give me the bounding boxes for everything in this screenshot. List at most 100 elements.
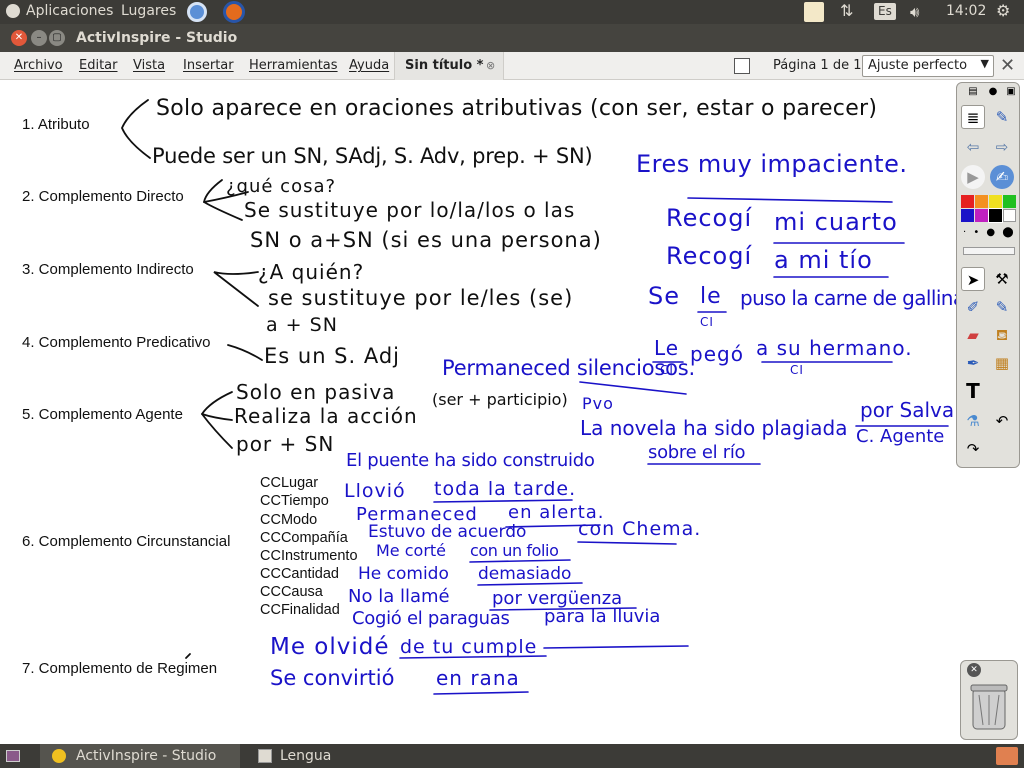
example-directo-2-cd[interactable]: a mi tío — [774, 248, 873, 272]
network-icon[interactable]: ⇅ — [840, 1, 853, 20]
page-sorter-icon[interactable] — [734, 58, 750, 74]
pen-icon[interactable]: ✐ — [961, 295, 985, 319]
example-directo-1-cd[interactable]: mi cuarto — [774, 210, 898, 234]
cc-type[interactable]: CCCompañía — [260, 530, 348, 546]
cc-type[interactable]: CCFinalidad — [260, 602, 340, 618]
color-yellow[interactable] — [989, 195, 1002, 208]
menu-insertar[interactable]: Insertar — [183, 58, 234, 73]
label-complemento-predicativo[interactable]: 4. Complemento Predicativo — [22, 334, 210, 351]
trash-applet-icon[interactable] — [996, 747, 1018, 765]
example-indirecto-2-ci-2[interactable]: CI — [790, 364, 804, 376]
toolbox-pin-icon[interactable]: ▣ — [999, 85, 1023, 99]
note-directo-3[interactable]: SN o a+SN (si es una persona) — [250, 230, 602, 251]
example-indirecto-1c[interactable]: puso la carne de gallina — [740, 288, 965, 308]
example-ccfinalidad-b[interactable]: para la lluvia — [544, 608, 660, 626]
browsers-icon[interactable]: ✎ — [990, 105, 1014, 129]
chromium-icon[interactable] — [187, 2, 207, 22]
undo-icon[interactable]: ↶ — [990, 409, 1014, 433]
maximize-icon[interactable]: ▢ — [49, 30, 65, 46]
label-atributo[interactable]: 1. Atributo — [22, 116, 90, 133]
note-agente-2[interactable]: Realiza la acción — [234, 406, 418, 426]
example-ccinstrumento-b[interactable]: con un folio — [470, 543, 559, 559]
example-regimen-1b[interactable]: de tu cumple — [400, 638, 537, 657]
example-cccantidad-b[interactable]: demasiado — [478, 566, 571, 583]
example-agente-label[interactable]: C. Agente — [856, 428, 944, 446]
activinspire-tray-icon[interactable] — [804, 2, 824, 22]
example-regimen-1a[interactable]: Me olvidé — [270, 636, 390, 659]
note-agente-1[interactable]: Solo en pasiva — [236, 382, 395, 402]
cc-type[interactable]: CCCausa — [260, 584, 323, 600]
label-complemento-directo[interactable]: 2. Complemento Directo — [22, 188, 184, 205]
next-page-icon[interactable]: ⇨ — [990, 135, 1014, 159]
flipchart-canvas[interactable]: 1. Atributo 2. Complemento Directo 3. Co… — [0, 80, 1024, 744]
color-black[interactable] — [988, 208, 1003, 223]
fullscreen-icon[interactable]: ✕ — [1000, 55, 1015, 76]
example-cclugar-b[interactable]: sobre el río — [648, 444, 746, 462]
play-icon[interactable]: ▶ — [961, 165, 985, 189]
tab-close-icon[interactable]: ⊗ — [486, 59, 495, 72]
cc-type[interactable]: CCLugar — [260, 475, 318, 491]
firefox-icon[interactable] — [223, 1, 245, 23]
menu-ayuda[interactable]: Ayuda — [349, 58, 389, 73]
note-indirecto-1[interactable]: ¿A quién? — [258, 262, 364, 282]
menu-vista[interactable]: Vista — [133, 58, 165, 73]
note-atributo-2[interactable]: Puede ser un SN, SAdj, S. Adv, prep. + S… — [152, 146, 593, 167]
select-tool-icon[interactable]: ➤ — [961, 267, 985, 291]
note-agente-3[interactable]: (ser + participio) — [432, 392, 568, 408]
keyboard-layout[interactable]: Es — [874, 3, 896, 20]
fill-icon[interactable]: ⛾ — [990, 323, 1014, 347]
eyedropper-icon[interactable]: ✒ — [961, 351, 985, 375]
example-agente-sentence[interactable]: La novela ha sido plagiada — [580, 418, 848, 438]
desktop-annotate-icon[interactable]: ✍ — [990, 165, 1014, 189]
note-directo-1[interactable]: ¿qué cosa? — [226, 178, 336, 196]
pen-width-dots[interactable]: · • ● ⬤ — [963, 227, 1016, 238]
note-indirecto-3[interactable]: a + SN — [266, 316, 338, 335]
example-indirecto-2c[interactable]: a su hermano. — [756, 338, 913, 358]
cc-type[interactable]: CCInstrumento — [260, 548, 358, 564]
example-cccausa-a[interactable]: No la llamé — [348, 588, 450, 606]
label-complemento-indirecto[interactable]: 3. Complemento Indirecto — [22, 261, 194, 278]
clipart-icon[interactable]: ▦ — [990, 351, 1014, 375]
tab-sin-titulo[interactable]: Sin título * ⊗ — [394, 52, 504, 80]
task-activinspire[interactable]: ActivInspire - Studio — [40, 744, 240, 768]
color-blue[interactable] — [961, 209, 974, 222]
note-atributo-1[interactable]: Solo aparece en oraciones atributivas (c… — [156, 98, 877, 120]
example-indirecto-2b[interactable]: pegó — [690, 344, 744, 364]
show-desktop-icon[interactable] — [6, 750, 20, 762]
trash-bin[interactable]: ✕ — [960, 660, 1018, 740]
eraser-icon[interactable]: ▰ — [961, 323, 985, 347]
example-cccompania-b[interactable]: con Chema. — [578, 520, 701, 539]
color-magenta[interactable] — [975, 209, 988, 222]
example-agente-phrase[interactable]: por Salva — [860, 400, 954, 420]
cc-type[interactable]: CCTiempo — [260, 493, 329, 509]
cc-type[interactable]: CCCantidad — [260, 566, 339, 582]
example-predicativo[interactable]: Permaneced silenciosos. — [442, 358, 695, 379]
example-atributo[interactable]: Eres muy impaciente. — [636, 152, 907, 176]
label-complemento-regimen[interactable]: 7. Complemento de Regimen — [22, 660, 217, 677]
color-palette[interactable] — [961, 195, 1017, 223]
example-regimen-2a[interactable]: Se convirtió — [270, 668, 394, 689]
main-menu-icon[interactable]: ≣ — [961, 105, 985, 129]
previous-page-icon[interactable]: ⇦ — [961, 135, 985, 159]
cc-type[interactable]: CCModo — [260, 512, 317, 528]
places-menu[interactable]: Lugares — [121, 3, 176, 19]
minimize-icon[interactable]: – — [31, 30, 47, 46]
example-predicativo-label[interactable]: Pvo — [582, 396, 614, 412]
clear-icon[interactable]: ⚗ — [961, 409, 985, 433]
applications-menu[interactable]: Aplicaciones — [26, 3, 113, 19]
example-indirecto-2a[interactable]: Le — [654, 338, 679, 358]
gear-icon[interactable]: ⚙ — [996, 1, 1010, 20]
example-regimen-2b[interactable]: en rana — [436, 668, 520, 688]
example-cccompania-a[interactable]: Estuvo de acuerdo — [368, 524, 526, 541]
example-cccantidad-a[interactable]: He comido — [358, 566, 449, 583]
example-ccfinalidad-a[interactable]: Cogió el paraguas — [352, 610, 510, 628]
main-toolbox[interactable]: ▤ ● ▣ ≣ ✎ ⇦ ⇨ ▶ ✍ · • ● ⬤ ➤ ⚒ ✐ ✎ ▰ ⛾ ✒ … — [956, 82, 1020, 468]
tools-icon[interactable]: ⚒ — [990, 267, 1014, 291]
clock[interactable]: 14:02 — [946, 3, 986, 19]
note-directo-2[interactable]: Se sustituye por lo/la/los o las — [244, 200, 575, 220]
text-tool-icon[interactable]: T — [961, 379, 985, 403]
volume-icon[interactable]: 🔊︎ — [910, 3, 919, 21]
example-indirecto-1a[interactable]: Se — [648, 284, 680, 308]
bin-close-icon[interactable]: ✕ — [967, 663, 981, 677]
note-indirecto-2[interactable]: se sustituye por le/les (se) — [268, 288, 573, 309]
